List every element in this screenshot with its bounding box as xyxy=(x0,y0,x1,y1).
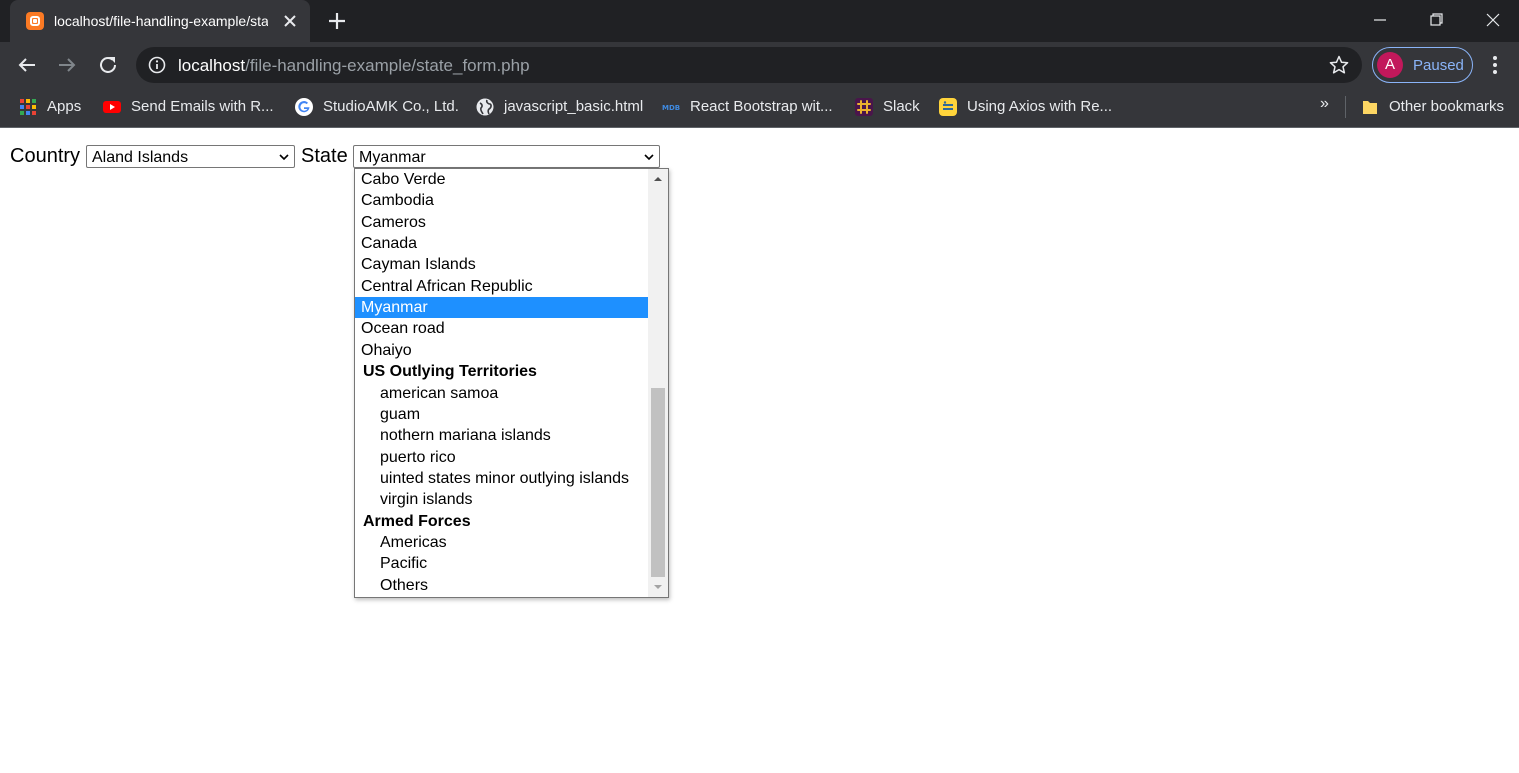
apps-grid-icon xyxy=(20,99,36,115)
new-tab-icon[interactable] xyxy=(326,10,348,32)
reload-icon[interactable] xyxy=(96,53,120,77)
chevron-down-icon xyxy=(644,154,654,161)
optgroup-label: Armed Forces xyxy=(363,513,471,530)
forward-icon[interactable] xyxy=(55,53,79,77)
dropdown-option[interactable]: guam xyxy=(355,404,648,425)
dropdown-option[interactable]: nothern mariana islands xyxy=(355,425,648,446)
bookmark-label: Using Axios with Re... xyxy=(967,98,1113,115)
browser-toolbar: localhost/file-handling-example/state_fo… xyxy=(0,42,1519,88)
dropdown-option[interactable]: Cayman Islands xyxy=(355,254,648,275)
scroll-up-arrow-icon[interactable] xyxy=(648,171,668,187)
tab-strip: localhost/file-handling-example/state_fo… xyxy=(0,0,1519,42)
bookmark-label: javascript_basic.html xyxy=(504,98,644,115)
close-icon[interactable] xyxy=(280,11,300,31)
dropdown-option[interactable]: Cabo Verde xyxy=(355,169,648,190)
state-label: State xyxy=(301,145,348,167)
mdb-icon: MDB xyxy=(662,104,680,112)
dropdown-option[interactable]: uinted states minor outlying islands xyxy=(355,468,648,489)
scroll-down-arrow-icon[interactable] xyxy=(648,579,668,595)
dropdown-option[interactable]: Others xyxy=(355,575,648,596)
dropdown-option[interactable]: Canada xyxy=(355,233,648,254)
xampp-icon xyxy=(26,12,44,30)
dropdown-option[interactable]: Americas xyxy=(355,532,648,553)
avatar: A xyxy=(1377,52,1403,78)
dropdown-option[interactable]: Myanmar xyxy=(355,297,648,318)
bookmarks-bar: Apps Send Emails with R... StudioAMK Co.… xyxy=(0,88,1519,128)
bookmark-label: Slack xyxy=(883,98,920,115)
country-select-value: Aland Islands xyxy=(92,149,189,166)
folder-icon xyxy=(1363,101,1377,114)
state-select[interactable]: Myanmar xyxy=(353,145,660,168)
dropdown-option[interactable]: Pacific xyxy=(355,553,648,574)
browser-tab[interactable]: localhost/file-handling-example/state_fo… xyxy=(10,0,310,42)
minimize-icon[interactable] xyxy=(1365,6,1395,34)
dropdown-option[interactable]: Ohaiyo xyxy=(355,340,648,361)
profile-status: Paused xyxy=(1413,57,1464,74)
bookmarks-overflow-chevron[interactable]: » xyxy=(1320,94,1329,114)
window-close-icon[interactable] xyxy=(1478,6,1508,34)
state-select-value: Myanmar xyxy=(359,149,426,166)
dropdown-option[interactable]: Cambodia xyxy=(355,190,648,211)
chevron-down-icon xyxy=(279,154,289,161)
scrollbar-thumb[interactable] xyxy=(651,388,665,577)
url-host: localhost xyxy=(178,56,246,75)
dropdown-option[interactable]: Central African Republic xyxy=(355,276,648,297)
url-text: localhost/file-handling-example/state_fo… xyxy=(178,56,530,75)
bookmark-label: Apps xyxy=(47,98,82,115)
svg-text:MDB: MDB xyxy=(662,104,680,112)
address-bar[interactable]: localhost/file-handling-example/state_fo… xyxy=(136,47,1362,83)
dropdown-option[interactable]: virgin islands xyxy=(355,489,648,510)
bookmark-label: Other bookmarks xyxy=(1389,98,1505,115)
state-dropdown-list[interactable]: Others Pacific Americas Armed Forces virgin … xyxy=(354,168,669,598)
profile-button[interactable]: A Paused xyxy=(1372,47,1473,83)
dropdown-scrollbar[interactable] xyxy=(648,169,668,597)
python-icon xyxy=(939,98,957,116)
tab-title: localhost/file-handling-example/state_fo… xyxy=(54,13,268,29)
page-content: Country Aland Islands State Myanmar Othe… xyxy=(0,129,1519,773)
optgroup-label: US Outlying Territories xyxy=(363,363,537,380)
bookmark-label: React Bootstrap wit... xyxy=(690,98,833,115)
dropdown-option[interactable]: puerto rico xyxy=(355,447,648,468)
country-label: Country xyxy=(10,145,81,167)
restore-icon[interactable] xyxy=(1421,6,1451,34)
youtube-icon xyxy=(103,101,121,113)
url-path: /file-handling-example/state_form.php xyxy=(245,56,530,75)
dropdown-option[interactable]: american samoa xyxy=(355,383,648,404)
bookmarks-divider xyxy=(1345,96,1346,118)
bookmark-label: StudioAMK Co., Ltd. xyxy=(323,98,459,115)
bookmark-star-icon[interactable] xyxy=(1328,54,1350,76)
more-menu-icon[interactable] xyxy=(1484,53,1506,77)
back-icon[interactable] xyxy=(15,53,39,77)
globe-icon xyxy=(476,98,494,116)
dropdown-option[interactable]: Ocean road xyxy=(355,318,648,339)
dropdown-option[interactable]: Cameros xyxy=(355,212,648,233)
info-icon[interactable] xyxy=(148,56,166,74)
country-select[interactable]: Aland Islands xyxy=(86,145,295,168)
bookmark-label: Send Emails with R... xyxy=(131,98,274,115)
slack-icon xyxy=(855,98,873,116)
google-icon xyxy=(295,98,313,116)
